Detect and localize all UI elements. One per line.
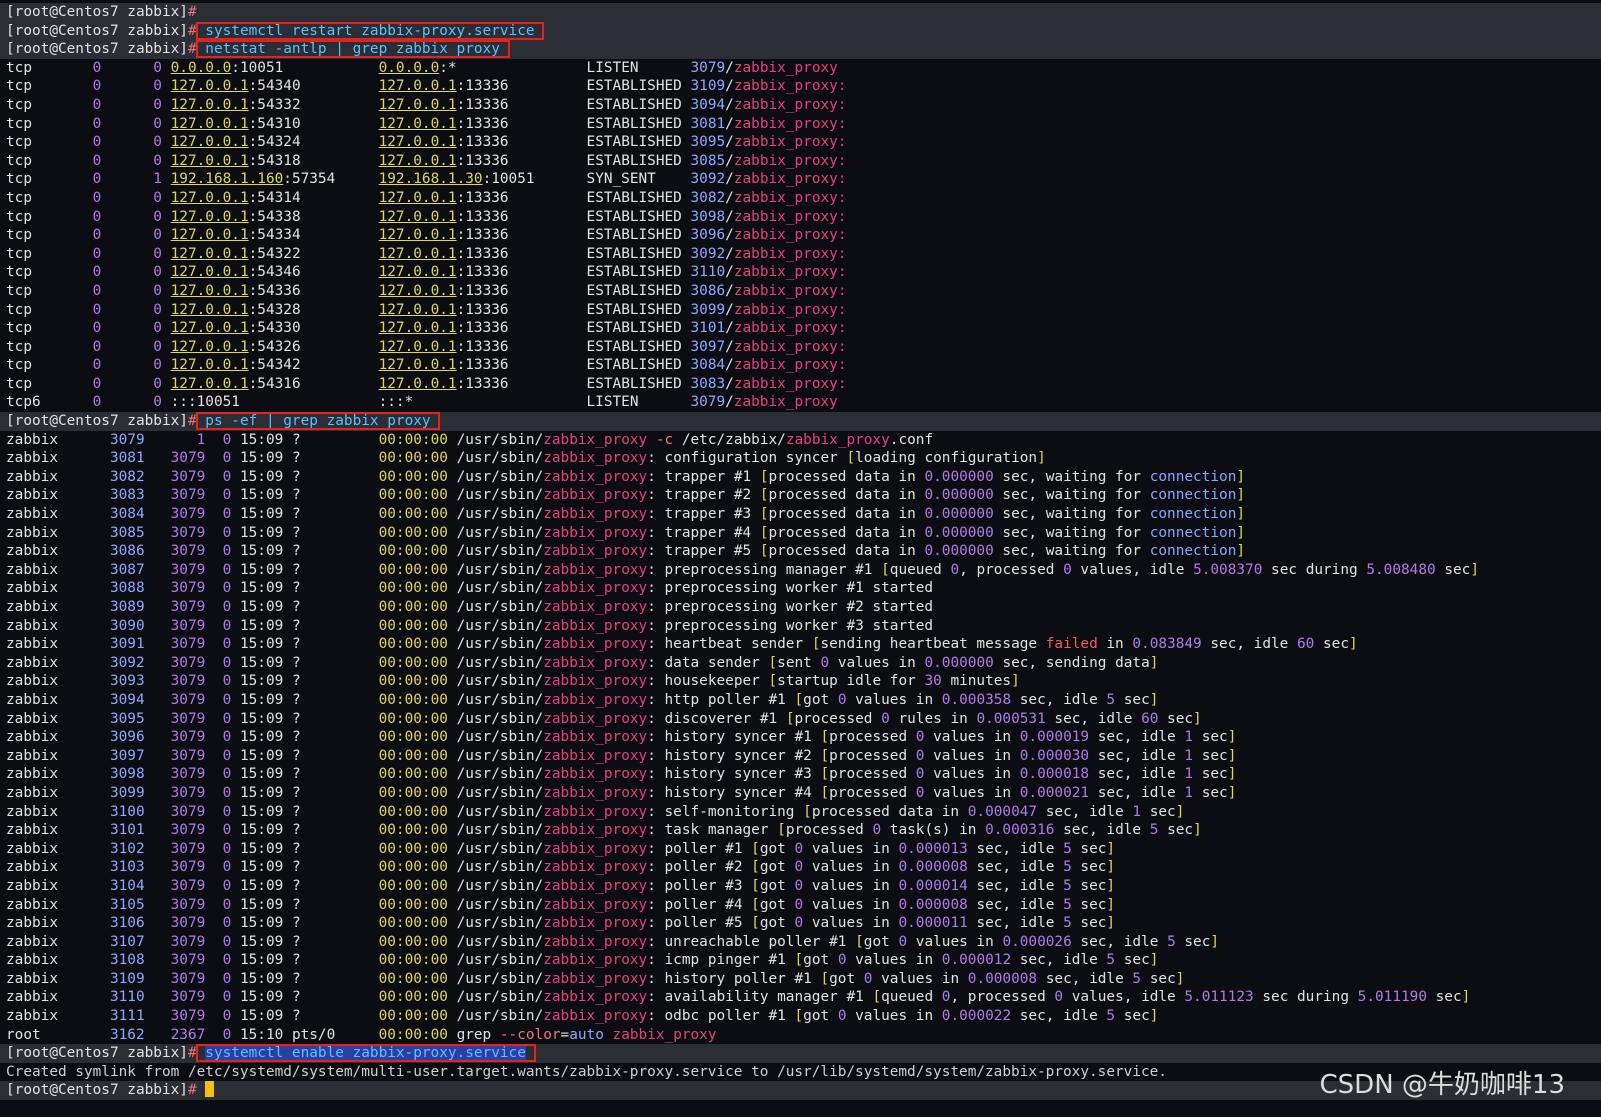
netstat-row: tcp 0 0 127.0.0.1:54338 127.0.0.1:13336 …: [6, 208, 847, 225]
netstat-row: tcp 0 0 127.0.0.1:54316 127.0.0.1:13336 …: [6, 375, 847, 392]
ps-row: zabbix 3111 3079 0 15:09 ? 00:00:00 /usr…: [6, 1008, 1159, 1025]
ps-row: zabbix 3104 3079 0 15:09 ? 00:00:00 /usr…: [6, 877, 1116, 894]
enable-command-highlight: systemctl enable zabbix-proxy.service: [195, 1044, 536, 1063]
ps-row: zabbix 3106 3079 0 15:09 ? 00:00:00 /usr…: [6, 915, 1116, 932]
netstat-row: tcp 0 0 127.0.0.1:54336 127.0.0.1:13336 …: [6, 282, 847, 299]
ps-row: zabbix 3081 3079 0 15:09 ? 00:00:00 /usr…: [6, 450, 1046, 467]
ps-row: zabbix 3107 3079 0 15:09 ? 00:00:00 /usr…: [6, 933, 1220, 950]
ps-row: zabbix 3089 3079 0 15:09 ? 00:00:00 /usr…: [6, 599, 934, 615]
ps-row: root 3162 2367 0 15:10 pts/0 00:00:00 gr…: [6, 1026, 717, 1043]
prompt-line: [root@Centos7 zabbix]# ps -ef | grep zab…: [0, 412, 1601, 431]
netstat-row: tcp 0 0 127.0.0.1:54332 127.0.0.1:13336 …: [6, 96, 847, 113]
netstat-row: tcp 0 0 127.0.0.1:54346 127.0.0.1:13336 …: [6, 264, 847, 281]
ps-row: zabbix 3091 3079 0 15:09 ? 00:00:00 /usr…: [6, 636, 1358, 653]
ps-row: zabbix 3103 3079 0 15:09 ? 00:00:00 /usr…: [6, 859, 1116, 876]
ps-command: ps -ef | grep zabbix_proxy: [205, 413, 431, 430]
netstat-row: tcp 0 0 127.0.0.1:54310 127.0.0.1:13336 …: [6, 115, 847, 132]
prompt-line: [root@Centos7 zabbix]#: [0, 3, 1601, 22]
netstat-row: tcp 0 0 127.0.0.1:54328 127.0.0.1:13336 …: [6, 301, 847, 318]
netstat-command-highlight: netstat -antlp | grep zabbix_proxy: [195, 40, 510, 59]
prompt: [root@Centos7 zabbix]: [6, 1045, 188, 1062]
ps-row: zabbix 3095 3079 0 15:09 ? 00:00:00 /usr…: [6, 710, 1202, 727]
ps-row: zabbix 3086 3079 0 15:09 ? 00:00:00 /usr…: [6, 543, 1246, 560]
netstat-row: tcp 0 0 127.0.0.1:54322 127.0.0.1:13336 …: [6, 245, 847, 262]
ps-row: zabbix 3090 3079 0 15:09 ? 00:00:00 /usr…: [6, 617, 934, 634]
netstat-row: tcp 0 1 192.168.1.160:57354 192.168.1.30…: [6, 171, 847, 188]
ps-row: zabbix 3109 3079 0 15:09 ? 00:00:00 /usr…: [6, 970, 1185, 987]
ps-row: zabbix 3093 3079 0 15:09 ? 00:00:00 /usr…: [6, 673, 1020, 690]
ps-row: zabbix 3092 3079 0 15:09 ? 00:00:00 /usr…: [6, 654, 1159, 671]
netstat-command: netstat -antlp | grep zabbix_proxy: [205, 41, 500, 58]
ps-row: zabbix 3085 3079 0 15:09 ? 00:00:00 /usr…: [6, 524, 1246, 541]
ps-row: zabbix 3102 3079 0 15:09 ? 00:00:00 /usr…: [6, 840, 1116, 857]
netstat-row: tcp 0 0 127.0.0.1:54318 127.0.0.1:13336 …: [6, 152, 847, 169]
ps-row: zabbix 3082 3079 0 15:09 ? 00:00:00 /usr…: [6, 468, 1246, 485]
netstat-row: tcp6 0 0 :::10051 :::* LISTEN 3079/zabbi…: [6, 394, 838, 411]
prompt: [root@Centos7 zabbix]: [6, 413, 188, 430]
prompt-line: [root@Centos7 zabbix]# netstat -antlp | …: [0, 40, 1601, 59]
netstat-row: tcp 0 0 127.0.0.1:54340 127.0.0.1:13336 …: [6, 78, 847, 95]
prompt: [root@Centos7 zabbix]: [6, 41, 188, 58]
ps-row: zabbix 3100 3079 0 15:09 ? 00:00:00 /usr…: [6, 803, 1185, 820]
ps-row: zabbix 3110 3079 0 15:09 ? 00:00:00 /usr…: [6, 989, 1471, 1006]
ps-row: zabbix 3094 3079 0 15:09 ? 00:00:00 /usr…: [6, 691, 1159, 708]
ps-row: zabbix 3101 3079 0 15:09 ? 00:00:00 /usr…: [6, 822, 1202, 839]
netstat-row: tcp 0 0 127.0.0.1:54324 127.0.0.1:13336 …: [6, 134, 847, 151]
ps-row: zabbix 3099 3079 0 15:09 ? 00:00:00 /usr…: [6, 784, 1237, 801]
prompt: [root@Centos7 zabbix]: [6, 22, 188, 39]
enable-command: systemctl enable zabbix-proxy.service: [205, 1045, 526, 1062]
restart-command: systemctl restart zabbix-proxy.service: [205, 22, 535, 39]
netstat-output: tcp 0 0 0.0.0.0:10051 0.0.0.0:* LISTEN 3…: [0, 59, 1601, 412]
prompt-line: [root@Centos7 zabbix]# systemctl enable …: [0, 1044, 1601, 1063]
netstat-row: tcp 0 0 127.0.0.1:54330 127.0.0.1:13336 …: [6, 320, 847, 337]
ps-row: zabbix 3108 3079 0 15:09 ? 00:00:00 /usr…: [6, 952, 1159, 969]
netstat-row: tcp 0 0 127.0.0.1:54334 127.0.0.1:13336 …: [6, 227, 847, 244]
ps-row: zabbix 3098 3079 0 15:09 ? 00:00:00 /usr…: [6, 766, 1237, 783]
restart-command-highlight: systemctl restart zabbix-proxy.service: [195, 21, 545, 40]
netstat-row: tcp 0 0 127.0.0.1:54342 127.0.0.1:13336 …: [6, 357, 847, 374]
ps-row: zabbix 3097 3079 0 15:09 ? 00:00:00 /usr…: [6, 747, 1237, 764]
terminal-window[interactable]: [root@Centos7 zabbix]# [root@Centos7 zab…: [0, 0, 1601, 1117]
ps-row: zabbix 3079 1 0 15:09 ? 00:00:00 /usr/sb…: [6, 431, 934, 448]
netstat-row: tcp 0 0 0.0.0.0:10051 0.0.0.0:* LISTEN 3…: [6, 59, 838, 76]
ps-command-highlight: ps -ef | grep zabbix_proxy: [195, 412, 441, 431]
prompt: [root@Centos7 zabbix]: [6, 4, 188, 20]
ps-row: zabbix 3088 3079 0 15:09 ? 00:00:00 /usr…: [6, 580, 934, 597]
ps-row: zabbix 3083 3079 0 15:09 ? 00:00:00 /usr…: [6, 487, 1246, 504]
netstat-row: tcp 0 0 127.0.0.1:54326 127.0.0.1:13336 …: [6, 338, 847, 355]
watermark: CSDN @牛奶咖啡13: [1319, 1070, 1565, 1100]
ps-output: zabbix 3079 1 0 15:09 ? 00:00:00 /usr/sb…: [0, 431, 1601, 1045]
ps-row: zabbix 3105 3079 0 15:09 ? 00:00:00 /usr…: [6, 896, 1116, 913]
ps-row: zabbix 3087 3079 0 15:09 ? 00:00:00 /usr…: [6, 561, 1479, 578]
ps-row: zabbix 3084 3079 0 15:09 ? 00:00:00 /usr…: [6, 506, 1246, 523]
ps-row: zabbix 3096 3079 0 15:09 ? 00:00:00 /usr…: [6, 729, 1237, 746]
netstat-row: tcp 0 0 127.0.0.1:54314 127.0.0.1:13336 …: [6, 189, 847, 206]
symlink-text: Created symlink from /etc/systemd/system…: [6, 1063, 1167, 1080]
prompt: [root@Centos7 zabbix]: [6, 1082, 188, 1099]
text-cursor[interactable]: [205, 1081, 215, 1098]
prompt-line: [root@Centos7 zabbix]# systemctl restart…: [0, 21, 1601, 41]
